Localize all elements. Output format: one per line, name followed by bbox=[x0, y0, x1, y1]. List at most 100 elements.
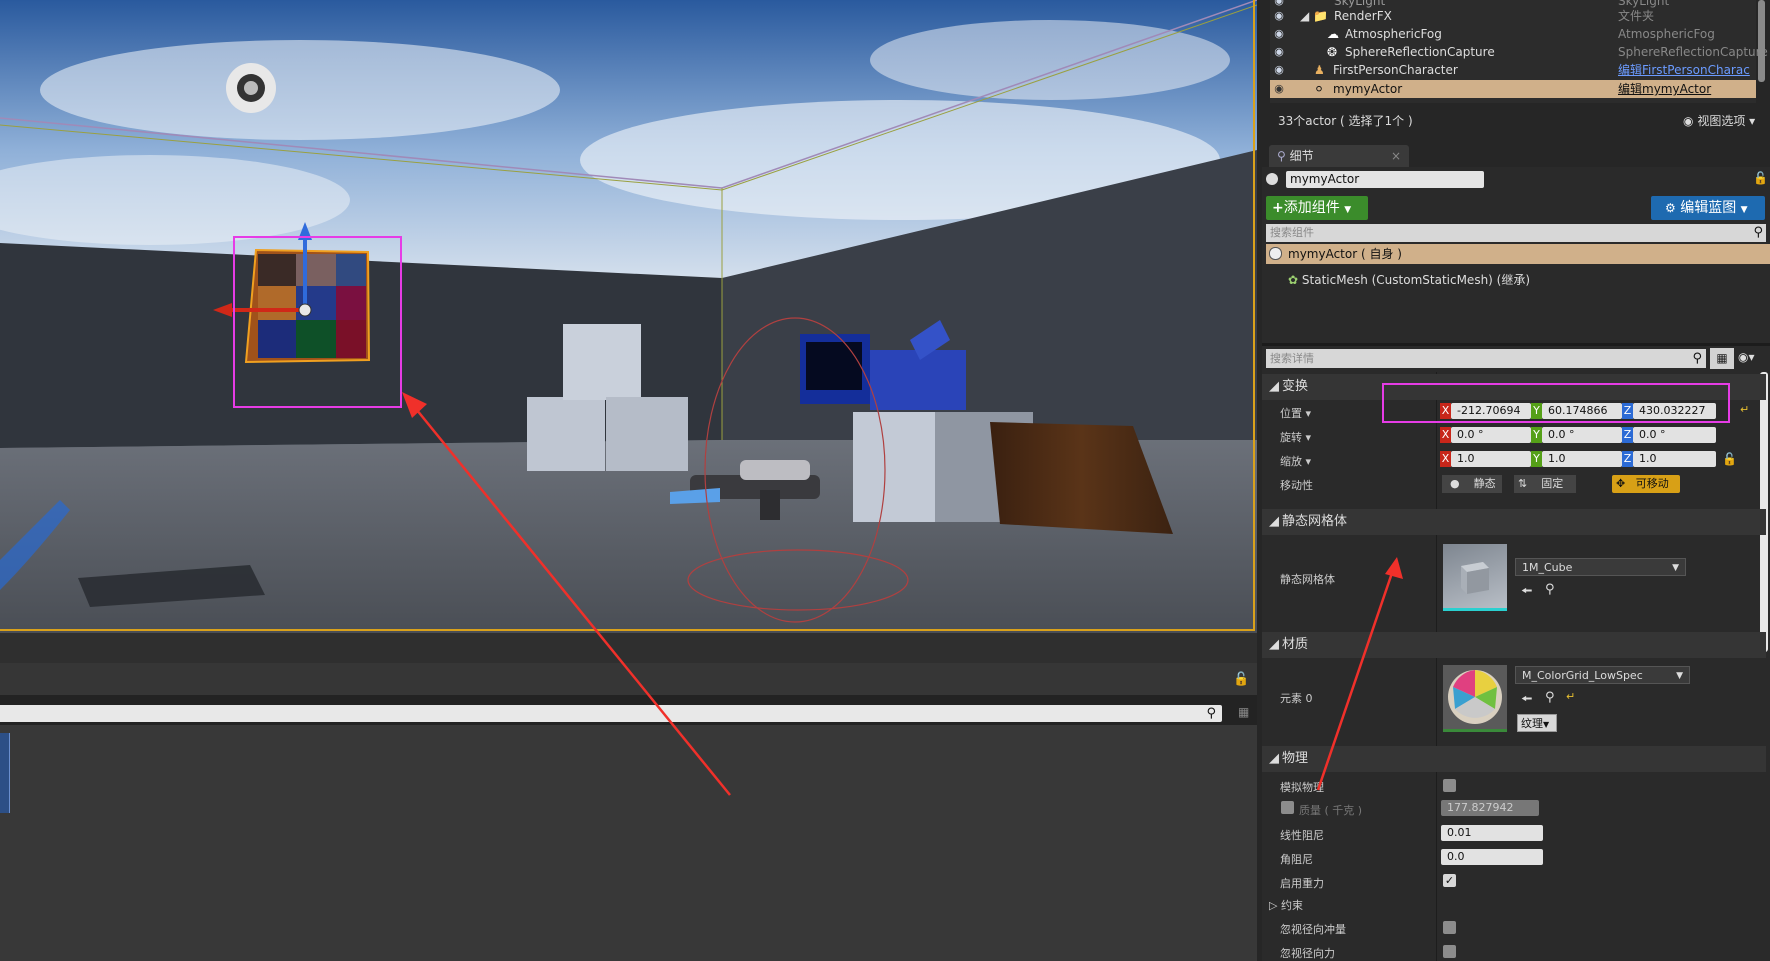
collapse-arrow-icon: ◢ bbox=[1269, 514, 1279, 529]
scale-x-field[interactable]: 1.0 bbox=[1451, 451, 1531, 467]
mobility-static-button[interactable]: ● 静态 bbox=[1442, 475, 1502, 493]
folder-icon: ◢ 📁 bbox=[1300, 9, 1328, 23]
lock-icon[interactable]: 🔓 bbox=[1233, 672, 1249, 687]
mass-override-checkbox[interactable] bbox=[1281, 801, 1294, 814]
mobility-movable-button[interactable]: ✥ 可移动 bbox=[1612, 475, 1680, 493]
material-element-label: 元素 0 bbox=[1280, 692, 1313, 705]
reset-to-default-icon[interactable]: ↵ bbox=[1566, 690, 1575, 703]
simulate-physics-label: 模拟物理 bbox=[1280, 781, 1324, 794]
rotation-label[interactable]: 旋转 ▾ bbox=[1280, 429, 1311, 445]
chevron-down-icon: ▾ bbox=[1305, 431, 1312, 444]
outliner-row[interactable]: ◉ ☁ AtmosphericFog AtmosphericFog bbox=[1270, 25, 1756, 43]
search-components-input[interactable]: 搜索组件 ⚲ bbox=[1266, 224, 1766, 242]
outliner-row[interactable]: ◉ ❂ SphereReflectionCapture SphereReflec… bbox=[1270, 43, 1768, 61]
edit-blueprint-link[interactable]: 编辑mymyActor bbox=[1618, 80, 1711, 98]
category-physics[interactable]: ◢ 物理 bbox=[1262, 746, 1766, 772]
outliner-row[interactable]: ◉ ◢ 📁 RenderFX 文件夹 bbox=[1270, 7, 1756, 25]
static-mesh-combo[interactable]: 1M_Cube ▼ bbox=[1515, 558, 1686, 576]
search-icon[interactable]: ⚲ bbox=[1692, 349, 1702, 368]
component-tree-item[interactable]: ✿ StaticMesh (CustomStaticMesh) (继承) bbox=[1288, 271, 1530, 288]
lock-icon[interactable]: 🔓 bbox=[1753, 171, 1768, 185]
axis-x-badge: X bbox=[1440, 427, 1451, 443]
ignore-radial-force-checkbox[interactable] bbox=[1443, 945, 1456, 958]
view-options-label: 视图选项 bbox=[1697, 114, 1746, 128]
mass-field: 177.827942 bbox=[1441, 800, 1539, 816]
eye-icon[interactable]: ◉▾ bbox=[1738, 350, 1755, 364]
location-label[interactable]: 位置 ▾ bbox=[1280, 405, 1311, 421]
component-tree-root[interactable]: mymyActor ( 自身 ) bbox=[1266, 244, 1770, 264]
outliner-row-type: 文件夹 bbox=[1618, 9, 1655, 23]
asset-tile[interactable] bbox=[0, 733, 10, 813]
material-combo[interactable]: M_ColorGrid_LowSpec ▼ bbox=[1515, 666, 1690, 684]
blueprint-icon: ⚙ bbox=[1665, 201, 1676, 215]
static-mesh-icon: ✿ bbox=[1288, 273, 1299, 287]
scale-y-field[interactable]: 1.0 bbox=[1542, 451, 1622, 467]
eye-icon[interactable]: ◉ bbox=[1272, 61, 1286, 79]
reflection-capture-icon: ❂ bbox=[1327, 45, 1338, 59]
tab-details[interactable]: ⚲ 细节 × bbox=[1269, 145, 1409, 167]
constraints-row[interactable]: ▷ 约束 bbox=[1269, 897, 1303, 913]
use-selected-arrow-icon[interactable]: 🠘 bbox=[1521, 582, 1532, 604]
reset-to-default-icon[interactable]: ↵ bbox=[1740, 403, 1749, 416]
texture-dropdown[interactable]: 纹理▼ bbox=[1517, 714, 1557, 732]
component-self-label: mymyActor ( 自身 ) bbox=[1288, 247, 1402, 261]
outliner-row[interactable]: ◉ ♟ FirstPersonCharacter 编辑FirstPersonCh… bbox=[1270, 61, 1756, 79]
collapse-arrow-icon: ◢ bbox=[1269, 379, 1279, 394]
eye-icon[interactable]: ◉ bbox=[1272, 43, 1286, 61]
search-icon[interactable]: ⚲ bbox=[1753, 224, 1763, 242]
actor-name-input[interactable]: mymyActor bbox=[1286, 171, 1484, 188]
edit-blueprint-link[interactable]: 编辑FirstPersonCharac bbox=[1618, 61, 1750, 79]
outliner-row-type: SphereReflectionCapture bbox=[1618, 45, 1768, 59]
enable-gravity-checkbox[interactable]: ✓ bbox=[1443, 874, 1456, 887]
category-static-mesh[interactable]: ◢ 静态网格体 bbox=[1262, 509, 1766, 535]
viewport-scene bbox=[0, 0, 1257, 633]
column-divider[interactable] bbox=[1436, 372, 1437, 961]
angular-damping-label: 角阻尼 bbox=[1280, 853, 1313, 866]
eye-icon[interactable]: ◉ bbox=[1272, 80, 1286, 98]
angular-damping-field[interactable]: 0.0 bbox=[1441, 849, 1543, 865]
lower-search-input[interactable]: ⚲ bbox=[0, 705, 1222, 722]
search-icon: ⚲ bbox=[1277, 149, 1286, 163]
chevron-down-icon: ▼ bbox=[1676, 671, 1683, 681]
rotation-z-field[interactable]: 0.0 ° bbox=[1633, 427, 1716, 443]
add-component-button[interactable]: +添加组件 ▼ bbox=[1266, 196, 1368, 220]
scale-z-field[interactable]: 1.0 bbox=[1633, 451, 1716, 467]
actor-count-label: 33个actor ( 选择了1个 ) bbox=[1278, 114, 1413, 128]
character-icon: ♟ bbox=[1314, 63, 1325, 77]
edit-blueprint-button[interactable]: ⚙ 编辑蓝图 ▼ bbox=[1651, 196, 1765, 220]
expand-arrow-icon: ▷ bbox=[1269, 899, 1278, 912]
close-icon[interactable]: × bbox=[1391, 145, 1401, 167]
rotation-y-field[interactable]: 0.0 ° bbox=[1542, 427, 1622, 443]
browse-search-icon[interactable]: ⚲ bbox=[1545, 690, 1555, 705]
outliner-scrollbar[interactable] bbox=[1758, 0, 1765, 82]
outliner-row-type: AtmosphericFog bbox=[1618, 27, 1715, 41]
category-materials[interactable]: ◢ 材质 bbox=[1262, 632, 1766, 658]
eye-icon[interactable]: ◉ bbox=[1272, 25, 1286, 43]
mesh-thumbnail[interactable] bbox=[1443, 544, 1507, 611]
level-viewport[interactable] bbox=[0, 0, 1257, 633]
outliner-row-selected[interactable]: ◉ ⚪ mymyActor 编辑mymyActor bbox=[1270, 80, 1756, 98]
use-selected-arrow-icon[interactable]: 🠘 bbox=[1521, 690, 1532, 712]
browse-search-icon[interactable]: ⚲ bbox=[1545, 582, 1555, 597]
rotation-x-field[interactable]: 0.0 ° bbox=[1451, 427, 1531, 443]
mobility-stationary-button[interactable]: ⇅ 固定 bbox=[1514, 475, 1576, 493]
outliner-row-name: AtmosphericFog bbox=[1345, 27, 1442, 41]
material-thumbnail[interactable] bbox=[1443, 665, 1507, 732]
property-matrix-button[interactable]: ▦ bbox=[1710, 348, 1734, 369]
lower-panel-header bbox=[0, 633, 1257, 664]
linear-damping-field[interactable]: 0.01 bbox=[1441, 825, 1543, 841]
cube-icon bbox=[1461, 562, 1489, 594]
material-sphere-icon bbox=[1448, 670, 1502, 724]
rotation-label-text: 旋转 bbox=[1280, 431, 1302, 444]
save-icon[interactable]: ▦ bbox=[1238, 705, 1249, 719]
eye-icon[interactable]: ◉ bbox=[1272, 7, 1286, 25]
view-options-button[interactable]: ◉ 视图选项 ▾ bbox=[1683, 112, 1755, 129]
search-icon[interactable]: ⚲ bbox=[1206, 705, 1216, 722]
ignore-radial-impulse-checkbox[interactable] bbox=[1443, 921, 1456, 934]
splitter[interactable] bbox=[1262, 343, 1770, 346]
search-details-input[interactable]: 搜索详情 ⚲ bbox=[1266, 349, 1706, 368]
simulate-physics-checkbox[interactable] bbox=[1443, 779, 1456, 792]
fog-icon: ☁ bbox=[1327, 27, 1339, 41]
lock-icon[interactable]: 🔓 bbox=[1722, 452, 1737, 466]
scale-label[interactable]: 缩放 ▾ bbox=[1280, 453, 1311, 469]
